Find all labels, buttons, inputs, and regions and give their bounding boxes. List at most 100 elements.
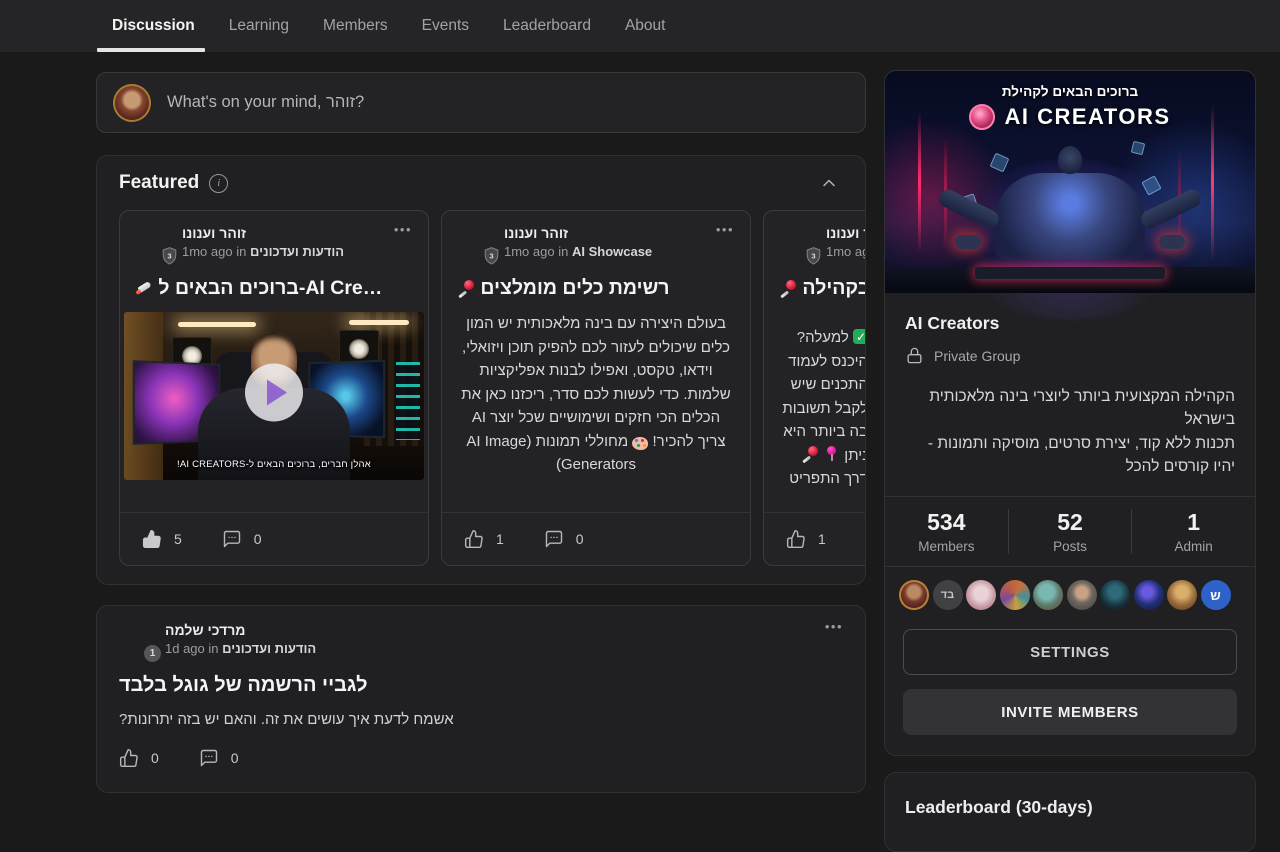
post-time: 1mo ago [182, 244, 233, 259]
video-caption: אהלן חברים, ברוכים הבאים ל-AI CREATORS! [124, 459, 424, 470]
privacy-label: Private Group [934, 348, 1020, 364]
member-avatar[interactable] [1100, 580, 1130, 610]
member-avatar[interactable] [966, 580, 996, 610]
member-avatar[interactable] [1067, 580, 1097, 610]
post-body[interactable]: למעלה? היכנס לעמוד התכנים שיש לקבל תשובו… [780, 326, 865, 491]
group-stats: 534 Members 52 Posts 1 Admin [885, 497, 1255, 566]
tab-leaderboard[interactable]: Leaderboard [503, 0, 591, 52]
like-icon [786, 529, 806, 549]
comment-icon [222, 529, 242, 549]
comment-icon [544, 529, 564, 549]
group-description-line: הקהילה המקצועית ביותר ליוצרי בינה מלאכות… [905, 385, 1235, 432]
author-name[interactable]: מרדכי שלמה [165, 622, 316, 638]
current-user-avatar[interactable] [113, 84, 151, 122]
video-thumbnail[interactable]: אהלן חברים, ברוכים הבאים ל-AI CREATORS! [124, 312, 424, 480]
comment-count: 0 [231, 750, 239, 766]
level-badge: 3 [483, 247, 500, 265]
featured-card-tools[interactable]: 3 זוהר וענונו 1mo ago in AI Showcase רשי… [441, 210, 751, 566]
top-navigation: Discussion Learning Members Events Leade… [0, 0, 1280, 52]
member-avatar[interactable] [1033, 580, 1063, 610]
like-count: 5 [174, 531, 182, 547]
comment-count: 0 [254, 531, 262, 547]
author-name[interactable]: זוהר וענונו [182, 225, 344, 241]
feed-post[interactable]: 1 מרדכי שלמה 1d ago in הודעות ועדכונים ל… [96, 605, 866, 793]
settings-button[interactable]: SETTINGS [903, 629, 1237, 675]
svg-text:3: 3 [811, 251, 815, 260]
pin-emoji [458, 280, 475, 296]
post-body[interactable]: אשמח לדעת איך עושים את זה. והאם יש בזה י… [119, 711, 843, 728]
post-category[interactable]: הודעות ועדכונים [222, 641, 316, 656]
nav-tabs: Discussion Learning Members Events Leade… [0, 0, 1280, 52]
tab-events[interactable]: Events [422, 0, 469, 52]
post-time: 1mo ago [504, 244, 555, 259]
featured-card-welcome[interactable]: 3 זוהר וענונו 1mo ago in הודעות ועדכונים… [119, 210, 429, 566]
post-title[interactable]: רשימת כלים מומלצים [458, 277, 734, 300]
post-body[interactable]: בעולם היצירה עם בינה מלאכותית יש המון כל… [458, 312, 734, 477]
member-avatar[interactable]: ש [1201, 580, 1231, 610]
member-avatar[interactable] [899, 580, 929, 610]
post-category[interactable]: AI Showcase [572, 244, 652, 259]
like-button[interactable]: 1 [786, 529, 826, 549]
leaderboard-panel: Leaderboard (30-days) [884, 772, 1256, 852]
comment-icon [199, 748, 219, 768]
group-banner[interactable]: ברוכים הבאים לקהילת AI CREATORS [885, 71, 1255, 293]
svg-text:3: 3 [167, 251, 171, 260]
featured-card-community[interactable]: 3 זוהר וענונו 1mo ago in בקהילה למעלה? ה… [763, 210, 865, 566]
like-count: 0 [151, 750, 159, 766]
comment-button[interactable]: 0 [199, 748, 239, 768]
stat-posts[interactable]: 52 Posts [1008, 509, 1132, 554]
pin-emoji [802, 446, 819, 462]
palette-emoji [632, 437, 648, 450]
stat-members[interactable]: 534 Members [885, 509, 1008, 554]
member-avatar[interactable]: בד [933, 580, 963, 610]
group-description-line: תכנות ללא קוד, יצירת סרטים, מוסיקה ותמונ… [905, 432, 1235, 479]
tab-discussion[interactable]: Discussion [112, 0, 195, 52]
tab-about[interactable]: About [625, 0, 666, 52]
composer-placeholder[interactable]: What's on your mind, זוהר? [167, 93, 364, 112]
like-icon [142, 529, 162, 549]
more-options-icon[interactable] [825, 622, 843, 658]
more-options-icon[interactable] [394, 225, 412, 261]
post-composer[interactable]: What's on your mind, זוהר? [96, 72, 866, 133]
level-badge: 1 [144, 645, 161, 662]
post-category[interactable]: הודעות ועדכונים [250, 244, 344, 259]
featured-title: Featured [119, 172, 199, 194]
like-count: 1 [818, 531, 826, 547]
more-options-icon[interactable] [716, 225, 734, 261]
leaderboard-title: Leaderboard (30-days) [905, 797, 1235, 818]
like-icon [119, 748, 139, 768]
collapse-chevron-up-icon[interactable] [819, 173, 839, 193]
pin2-emoji [823, 446, 840, 462]
post-time: 1d ago [165, 641, 205, 656]
comment-button[interactable]: 0 [544, 529, 584, 549]
group-info-panel: ברוכים הבאים לקהילת AI CREATORS AI Creat… [884, 70, 1256, 756]
member-avatar[interactable] [1000, 580, 1030, 610]
post-title[interactable]: בקהילה [780, 277, 865, 300]
like-button[interactable]: 5 [142, 529, 182, 549]
rocket-emoji [136, 280, 153, 296]
member-avatar[interactable] [1167, 580, 1197, 610]
author-name[interactable]: זוהר וענונו [504, 225, 652, 241]
post-title[interactable]: ברוכים הבאים ל-AI Creators [136, 277, 392, 300]
invite-members-button[interactable]: INVITE MEMBERS [903, 689, 1237, 735]
like-button[interactable]: 0 [119, 748, 159, 768]
member-avatars-row: בד ש [885, 567, 1255, 623]
comment-button[interactable]: 0 [222, 529, 262, 549]
lock-icon [905, 346, 924, 365]
post-time: 1mo ago [826, 244, 865, 259]
play-button[interactable] [245, 364, 303, 422]
check-emoji [853, 329, 865, 344]
info-icon[interactable]: i [209, 174, 228, 193]
member-avatar[interactable] [1134, 580, 1164, 610]
like-button[interactable]: 1 [464, 529, 504, 549]
tab-learning[interactable]: Learning [229, 0, 289, 52]
banner-brand-text: AI CREATORS [1004, 104, 1170, 130]
tab-members[interactable]: Members [323, 0, 388, 52]
stat-admins[interactable]: 1 Admin [1131, 509, 1255, 554]
like-count: 1 [496, 531, 504, 547]
post-title[interactable]: לגביי הרשמה של גוגל בלבד [119, 674, 843, 697]
level-badge: 3 [805, 247, 822, 265]
featured-cards-row: 3 זוהר וענונו 1mo ago in הודעות ועדכונים… [119, 210, 865, 566]
author-name[interactable]: זוהר וענונו [826, 225, 865, 241]
svg-text:3: 3 [489, 251, 493, 260]
